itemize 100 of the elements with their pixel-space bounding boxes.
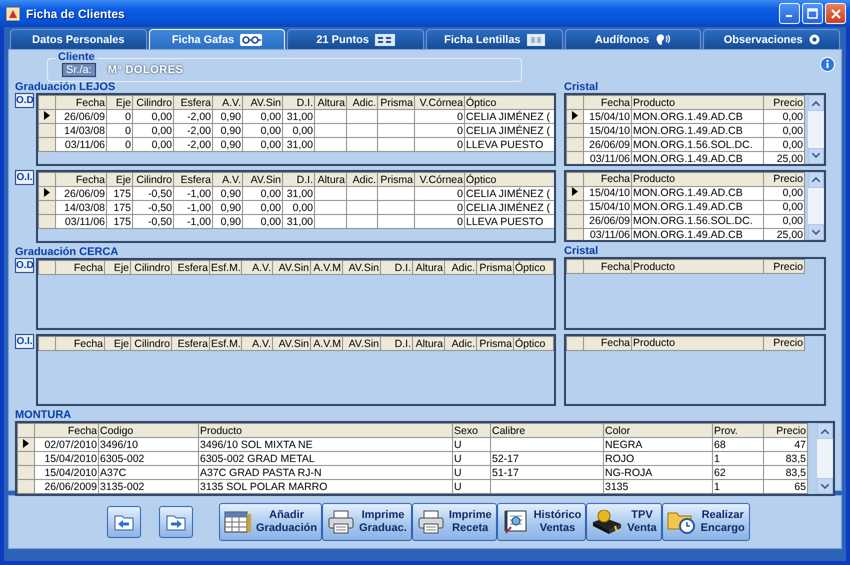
column-header[interactable]: Producto [198,424,452,438]
column-header[interactable]: Fecha [584,260,632,274]
close-button[interactable] [825,3,846,24]
column-header[interactable]: Esfera [172,336,210,350]
row-indicator[interactable] [566,186,584,200]
scrollbar[interactable] [808,172,824,240]
scroll-down-button[interactable] [808,224,824,240]
column-header[interactable]: Producto [632,336,764,350]
column-header[interactable]: AV.Sin [272,260,310,274]
column-header[interactable]: Adic. [346,96,378,110]
column-header[interactable]: AV.Sin [242,96,282,110]
tab[interactable]: Ficha Gafas [148,29,286,49]
column-header[interactable]: Codigo [98,424,198,438]
scroll-down-button[interactable] [817,478,833,494]
row-indicator[interactable] [38,110,56,124]
scroll-up-button[interactable] [808,95,824,111]
column-header[interactable]: D.I. [282,96,314,110]
column-header[interactable]: Esfera [174,96,212,110]
back-button[interactable] [107,506,141,538]
column-header[interactable]: Adic. [444,260,476,274]
column-header[interactable]: A.V. [212,172,242,186]
maximize-button[interactable] [802,3,823,24]
column-header[interactable]: Fecha [584,96,632,110]
scroll-up-button[interactable] [817,423,833,439]
column-header[interactable]: Altura [314,96,346,110]
column-header[interactable]: Eje [106,172,132,186]
column-header[interactable]: Precio [764,96,804,110]
column-header[interactable]: Fecha [34,424,98,438]
column-header[interactable]: Producto [632,96,764,110]
column-header[interactable]: D.I. [380,336,412,350]
column-header[interactable]: A.V. [242,260,272,274]
row-indicator[interactable] [566,110,584,124]
column-header[interactable]: Óptico [464,96,554,110]
column-header[interactable]: Altura [314,172,346,186]
help-icon[interactable] [820,57,835,72]
column-header[interactable]: Esfera [174,172,212,186]
column-header[interactable]: Fecha [56,96,106,110]
column-header[interactable]: Fecha [584,336,632,350]
column-header[interactable]: Óptico [514,260,554,274]
toolbar-button[interactable]: Realizar Encargo [662,503,750,541]
column-header[interactable]: Cilindro [132,96,174,110]
column-header[interactable]: Precio [764,424,808,438]
toolbar-button[interactable]: Imprime Receta [412,503,497,541]
row-indicator[interactable] [566,228,584,240]
column-header[interactable]: Precio [764,260,804,274]
column-header[interactable]: Fecha [56,336,104,350]
column-header[interactable]: Prisma [476,336,514,350]
column-header[interactable]: Sexo [452,424,490,438]
column-header[interactable]: A.V. [212,96,242,110]
column-header[interactable]: Cilindro [132,172,174,186]
column-header[interactable]: Producto [632,172,764,186]
tab[interactable]: Ficha Lentillas [426,29,563,49]
scrollbar[interactable] [808,95,824,164]
column-header[interactable]: Cilindro [130,260,172,274]
row-indicator[interactable] [18,438,34,452]
forward-button[interactable] [159,506,193,538]
column-header[interactable]: Eje [106,96,132,110]
toolbar-button[interactable]: Histórico Ventas [496,503,586,541]
row-indicator[interactable] [38,186,56,200]
column-header[interactable]: Cilindro [130,336,172,350]
column-header[interactable]: Fecha [56,260,104,274]
column-header[interactable]: A.V. [242,336,272,350]
column-header[interactable]: Prov. [712,424,764,438]
column-header[interactable]: Adic. [346,172,378,186]
scroll-up-button[interactable] [808,172,824,188]
column-header[interactable]: Fecha [56,172,106,186]
column-header[interactable]: Altura [412,260,444,274]
column-header[interactable]: Altura [412,336,444,350]
column-header[interactable]: Eje [104,260,130,274]
column-header[interactable]: Prisma [476,260,514,274]
toolbar-button[interactable]: Añadir Graduación [219,503,322,541]
column-header[interactable]: Esf.M. [210,260,242,274]
tab[interactable]: Audífonos [564,29,702,49]
column-header[interactable]: Esf.M. [210,336,242,350]
column-header[interactable]: Eje [104,336,130,350]
toolbar-button[interactable]: Imprime Graduac. [322,503,412,541]
scrollbar[interactable] [817,423,833,494]
column-header[interactable]: AV.Sin [342,260,380,274]
column-header[interactable]: AV.Sin [272,336,310,350]
tab[interactable]: 21 Puntos [287,29,424,49]
column-header[interactable]: Prisma [378,172,414,186]
column-header[interactable]: Precio [764,336,804,350]
column-header[interactable]: Adic. [444,336,476,350]
column-header[interactable]: Óptico [464,172,554,186]
tab[interactable]: Datos Personales [10,29,147,49]
column-header[interactable]: D.I. [282,172,314,186]
column-header[interactable]: D.I. [380,260,412,274]
column-header[interactable]: Fecha [584,172,632,186]
column-header[interactable]: A.V.M [310,260,342,274]
tab[interactable]: Observaciones [703,29,840,49]
column-header[interactable]: V.Córnea [414,96,464,110]
minimize-button[interactable] [779,3,800,24]
scroll-down-button[interactable] [808,148,824,164]
column-header[interactable]: Calibre [490,424,604,438]
column-header[interactable]: Precio [764,172,804,186]
column-header[interactable]: AV.Sin [342,336,380,350]
column-header[interactable]: Prisma [378,96,414,110]
column-header[interactable]: Producto [632,260,764,274]
column-header[interactable]: A.V.M [310,336,342,350]
column-header[interactable]: Esfera [172,260,210,274]
